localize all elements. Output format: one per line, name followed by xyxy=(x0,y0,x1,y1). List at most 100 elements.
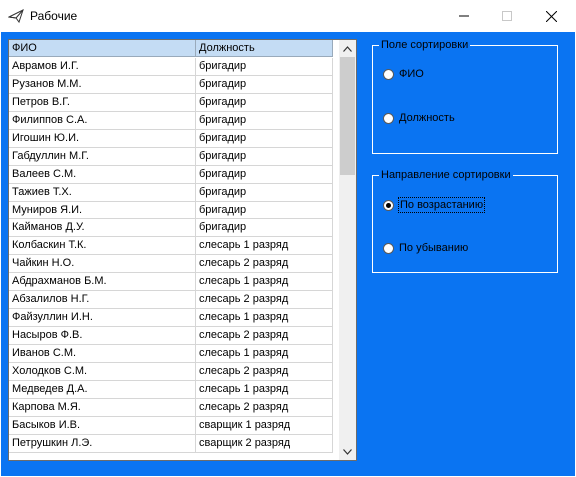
cell-fio[interactable]: Абдрахманов Б.М. xyxy=(9,273,196,292)
cell-position[interactable]: бригадир xyxy=(196,75,333,94)
table-row[interactable]: Иванов С.М. слесарь 1 разряд xyxy=(9,345,339,363)
chevron-down-icon xyxy=(343,448,352,455)
cell-position[interactable]: слесарь 2 разряд xyxy=(196,362,333,381)
table-row[interactable]: Колбаскин Т.К. слесарь 1 разряд xyxy=(9,237,339,256)
radio-label-descending: По убыванию xyxy=(399,242,469,254)
minimize-icon xyxy=(458,15,469,17)
cell-fio[interactable]: Колбаскин Т.К. xyxy=(9,237,196,256)
cell-fio[interactable]: Игошин Ю.И. xyxy=(9,129,196,148)
table-row[interactable]: Насыров Ф.В. слесарь 2 разряд xyxy=(9,327,339,345)
cell-position[interactable]: слесарь 1 разряд xyxy=(196,273,333,292)
cell-position[interactable]: слесарь 2 разряд xyxy=(196,255,333,274)
radio-button-icon xyxy=(383,68,394,80)
cell-position[interactable]: слесарь 1 разряд xyxy=(196,345,333,363)
main-window: Рабочие ФИО Должность Аврамов И.Г. бригад… xyxy=(0,0,576,477)
cell-fio[interactable]: Тажиев Т.Х. xyxy=(9,183,196,202)
title-bar[interactable]: Рабочие xyxy=(0,0,576,32)
table-row[interactable]: Чайкин Н.О. слесарь 2 разряд xyxy=(9,255,339,274)
cell-fio[interactable]: Файзуллин И.Н. xyxy=(9,309,196,328)
scroll-down-button[interactable] xyxy=(339,443,356,460)
cell-fio[interactable]: Кайманов Д.У. xyxy=(9,219,196,238)
cell-position[interactable]: слесарь 2 разряд xyxy=(196,291,333,310)
scroll-up-button[interactable] xyxy=(339,40,356,57)
table-row[interactable]: Басыков И.В. сварщик 1 разряд xyxy=(9,416,339,435)
cell-position[interactable]: сварщик 2 разряд xyxy=(196,434,333,453)
cell-position[interactable]: бригадир xyxy=(196,147,333,166)
radio-label-position: Должность xyxy=(399,112,455,124)
table-row[interactable]: Кайманов Д.У. бригадир xyxy=(9,219,339,238)
radio-descending[interactable]: По убыванию xyxy=(383,241,468,255)
table-row[interactable]: Карпова М.Я. слесарь 2 разряд xyxy=(9,398,339,417)
radio-label-fio: ФИО xyxy=(399,68,424,80)
cell-position[interactable]: бригадир xyxy=(196,111,333,130)
close-icon xyxy=(546,10,557,22)
cell-fio[interactable]: Рузанов М.М. xyxy=(9,75,196,94)
radio-button-checked-icon xyxy=(383,199,394,211)
cell-fio[interactable]: Аврамов И.Г. xyxy=(9,58,196,76)
sort-field-group: Поле сортировки ФИО Должность xyxy=(372,38,558,154)
table-row[interactable]: Холодков С.М. слесарь 2 разряд xyxy=(9,362,339,381)
cell-fio[interactable]: Медведев Д.А. xyxy=(9,380,196,399)
cell-fio[interactable]: Холодков С.М. xyxy=(9,362,196,381)
column-header-fio[interactable]: ФИО xyxy=(9,40,196,57)
sort-field-legend: Поле сортировки xyxy=(379,38,471,52)
cell-position[interactable]: бригадир xyxy=(196,201,333,220)
window-title: Рабочие xyxy=(30,9,78,23)
cell-position[interactable]: слесарь 2 разряд xyxy=(196,327,333,345)
table-row[interactable]: Рузанов М.М. бригадир xyxy=(9,75,339,94)
cell-position[interactable]: бригадир xyxy=(196,165,333,184)
cell-position[interactable]: сварщик 1 разряд xyxy=(196,416,333,435)
airplane-icon xyxy=(7,8,24,24)
minimize-button[interactable] xyxy=(441,0,486,32)
table-row[interactable]: Абзалилов Н.Г. слесарь 2 разряд xyxy=(9,291,339,310)
cell-fio[interactable]: Карпова М.Я. xyxy=(9,398,196,417)
cell-fio[interactable]: Валеев С.М. xyxy=(9,165,196,184)
table-row[interactable]: Габдуллин М.Г. бригадир xyxy=(9,147,339,166)
cell-fio[interactable]: Петрушкин Л.Э. xyxy=(9,434,196,453)
cell-fio[interactable]: Иванов С.М. xyxy=(9,345,196,363)
cell-fio[interactable]: Басыков И.В. xyxy=(9,416,196,435)
cell-position[interactable]: бригадир xyxy=(196,93,333,112)
table-row[interactable]: Петров В.Г. бригадир xyxy=(9,93,339,112)
cell-position[interactable]: слесарь 1 разряд xyxy=(196,237,333,256)
cell-position[interactable]: слесарь 2 разряд xyxy=(196,398,333,417)
sort-direction-legend: Направление сортировки xyxy=(379,168,513,182)
cell-position[interactable]: слесарь 1 разряд xyxy=(196,309,333,328)
table-row[interactable]: Валеев С.М. бригадир xyxy=(9,165,339,184)
sort-direction-group: Направление сортировки По возрастанию По… xyxy=(372,168,558,273)
radio-sort-fio[interactable]: ФИО xyxy=(383,67,424,81)
table-row[interactable]: Медведев Д.А. слесарь 1 разряд xyxy=(9,380,339,399)
cell-position[interactable]: слесарь 1 разряд xyxy=(196,380,333,399)
cell-position[interactable]: бригадир xyxy=(196,219,333,238)
workers-grid[interactable]: ФИО Должность Аврамов И.Г. бригадир Рузано… xyxy=(8,39,357,461)
table-row[interactable]: Файзуллин И.Н. слесарь 1 разряд xyxy=(9,309,339,328)
cell-fio[interactable]: Габдуллин М.Г. xyxy=(9,147,196,166)
cell-position[interactable]: бригадир xyxy=(196,183,333,202)
column-header-position[interactable]: Должность xyxy=(196,40,333,57)
maximize-button[interactable] xyxy=(484,0,529,32)
scroll-thumb[interactable] xyxy=(340,57,355,175)
table-row[interactable]: Муниров Я.И. бригадир xyxy=(9,201,339,220)
cell-fio[interactable]: Муниров Я.И. xyxy=(9,201,196,220)
table-row[interactable]: Абдрахманов Б.М. слесарь 1 разряд xyxy=(9,273,339,292)
table-row[interactable]: Игошин Ю.И. бригадир xyxy=(9,129,339,148)
cell-fio[interactable]: Абзалилов Н.Г. xyxy=(9,291,196,310)
table-row[interactable]: Тажиев Т.Х. бригадир xyxy=(9,183,339,202)
close-button[interactable] xyxy=(529,0,574,32)
radio-sort-position[interactable]: Должность xyxy=(383,111,455,125)
cell-fio[interactable]: Филиппов С.А. xyxy=(9,111,196,130)
client-area: ФИО Должность Аврамов И.Г. бригадир Рузано… xyxy=(1,32,575,476)
radio-button-icon xyxy=(383,242,394,254)
cell-fio[interactable]: Чайкин Н.О. xyxy=(9,255,196,274)
vertical-scrollbar[interactable] xyxy=(339,40,356,460)
radio-button-icon xyxy=(383,112,394,124)
radio-label-ascending: По возрастанию xyxy=(397,197,486,213)
table-row[interactable]: Аврамов И.Г. бригадир xyxy=(9,58,339,76)
cell-fio[interactable]: Петров В.Г. xyxy=(9,93,196,112)
cell-position[interactable]: бригадир xyxy=(196,58,333,76)
cell-fio[interactable]: Насыров Ф.В. xyxy=(9,327,196,345)
cell-position[interactable]: бригадир xyxy=(196,129,333,148)
table-row[interactable]: Филиппов С.А. бригадир xyxy=(9,111,339,130)
table-row[interactable]: Петрушкин Л.Э. сварщик 2 разряд xyxy=(9,434,339,453)
radio-ascending[interactable]: По возрастанию xyxy=(383,197,486,213)
